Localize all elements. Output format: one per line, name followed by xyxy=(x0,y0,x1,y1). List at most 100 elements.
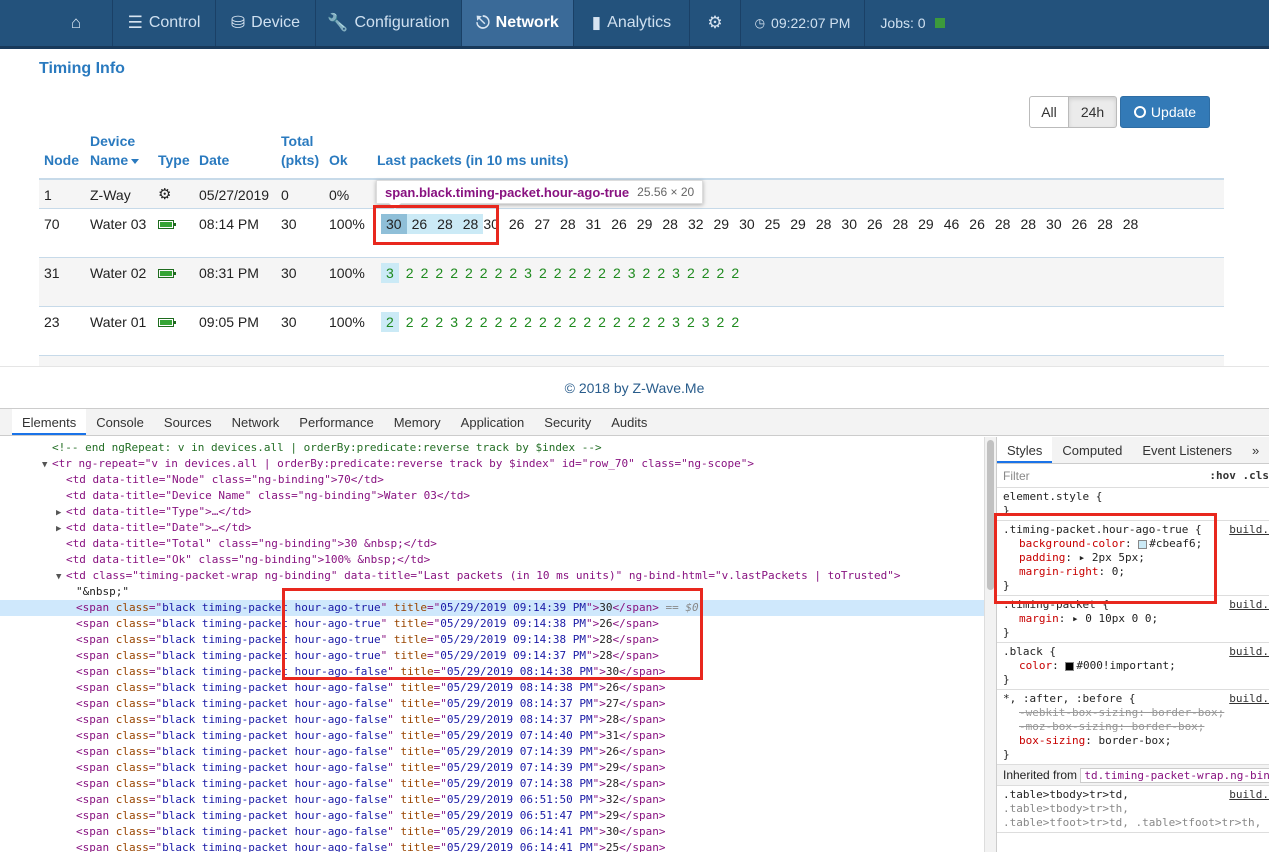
color-swatch-icon[interactable] xyxy=(1065,661,1075,671)
css-rule-black[interactable]: build. .black { color: #000!important; } xyxy=(997,643,1269,690)
annotation-box xyxy=(373,205,499,245)
styles-filter[interactable]: Filter :hov .cls xyxy=(997,464,1269,488)
dom-node-td[interactable]: <td data-title="Device Name" class="ng-b… xyxy=(0,488,984,504)
dom-node-span[interactable]: <span class="black timing-packet hour-ag… xyxy=(0,760,984,776)
dom-comment[interactable]: <!-- end ngRepeat: v in devices.all | or… xyxy=(0,440,984,456)
tab-event-listeners[interactable]: Event Listeners xyxy=(1132,437,1242,463)
dom-node-span[interactable]: <span class="black timing-packet hour-ag… xyxy=(0,728,984,744)
rule-selector: .table>tbody>tr>td, xyxy=(1003,788,1129,801)
scrollbar-thumb[interactable] xyxy=(987,440,994,590)
dom-node-span[interactable]: <span class="black timing-packet hour-ag… xyxy=(0,696,984,712)
timing-packet: 27 xyxy=(534,216,551,232)
dom-node-td[interactable]: ▶ <td data-title="Date">…</td> xyxy=(0,520,984,536)
elements-scrollbar[interactable] xyxy=(984,437,996,852)
table-row: 31 Water 02 08:31 PM 30 100% 32222222232… xyxy=(39,258,1224,307)
update-button[interactable]: Update xyxy=(1120,96,1210,128)
tab-more[interactable]: » xyxy=(1242,437,1269,463)
css-property[interactable]: box-sizing: border-box; xyxy=(1003,734,1263,748)
cell-device-name: Water 02 xyxy=(90,265,147,281)
expand-triangle-icon[interactable]: ▶ xyxy=(56,521,66,537)
tab-styles[interactable]: Styles xyxy=(997,437,1053,463)
dom-node-span[interactable]: <span class="black timing-packet hour-ag… xyxy=(0,808,984,824)
tab-console[interactable]: Console xyxy=(86,409,154,435)
dom-node-td[interactable]: <td data-title="Total" class="ng-binding… xyxy=(0,536,984,552)
rule-source-link[interactable]: build. xyxy=(1229,692,1269,706)
dom-node-span[interactable]: <span class="black timing-packet hour-ag… xyxy=(0,824,984,840)
css-property[interactable]: margin: ▸ 0 10px 0 0; xyxy=(1003,612,1263,626)
tr-text: <tr ng-repeat="v in devices.all | orderB… xyxy=(52,457,754,470)
css-rule-table[interactable]: build. .table>tbody>tr>td, .table>tbody>… xyxy=(997,786,1269,833)
filter-24h-button[interactable]: 24h xyxy=(1069,96,1117,128)
css-property[interactable]: -webkit-box-sizing: border-box; xyxy=(1003,706,1263,720)
timing-packet: 2 xyxy=(509,314,518,330)
css-rule-universal[interactable]: build. *, :after, :before { -webkit-box-… xyxy=(997,690,1269,765)
table-header: Node Device Name Type Date Total (pkts) … xyxy=(39,133,1224,180)
dom-node-td[interactable]: ▼ <td class="timing-packet-wrap ng-bindin… xyxy=(0,568,984,584)
css-property[interactable]: -moz-box-sizing: border-box; xyxy=(1003,720,1263,734)
tab-memory[interactable]: Memory xyxy=(384,409,451,435)
inherited-target-link[interactable]: td.timing-packet-wrap.ng-bin xyxy=(1080,768,1269,783)
dom-node-span[interactable]: <span class="black timing-packet hour-ag… xyxy=(0,840,984,852)
tab-network[interactable]: Network xyxy=(222,409,290,435)
rule-source-link[interactable]: build. xyxy=(1229,598,1269,612)
expand-triangle-icon[interactable]: ▼ xyxy=(56,569,66,585)
nav-control-label: Control xyxy=(148,14,201,31)
filter-options[interactable]: :hov .cls xyxy=(1209,469,1269,482)
nav-settings[interactable]: ⚙ xyxy=(690,0,741,46)
dom-node-td[interactable]: <td data-title="Node" class="ng-binding"… xyxy=(0,472,984,488)
tab-performance[interactable]: Performance xyxy=(289,409,383,435)
tab-elements[interactable]: Elements xyxy=(12,409,87,435)
inherited-from: Inherited from td.timing-packet-wrap.ng-… xyxy=(997,765,1269,786)
header-date[interactable]: Date xyxy=(199,151,229,170)
tab-audits[interactable]: Audits xyxy=(601,409,657,435)
cell-total: 30 xyxy=(281,265,297,281)
timing-packet: 28 xyxy=(994,216,1011,232)
header-ok[interactable]: Ok xyxy=(329,151,348,170)
timing-packet: 2 xyxy=(583,314,592,330)
timing-packet: 2 xyxy=(435,265,444,281)
dom-node-span[interactable]: <span class="black timing-packet hour-ag… xyxy=(0,680,984,696)
dom-node-span[interactable]: <span class="black timing-packet hour-ag… xyxy=(0,792,984,808)
nav-network[interactable]: ⎋ Network xyxy=(462,0,574,46)
expand-triangle-icon[interactable]: ▶ xyxy=(56,505,66,521)
filter-input[interactable]: Filter xyxy=(1003,469,1030,483)
css-property[interactable]: color: #000!important; xyxy=(1003,659,1263,673)
dom-node-span[interactable]: <span class="black timing-packet hour-ag… xyxy=(0,744,984,760)
dom-node-span[interactable]: <span class="black timing-packet hour-ag… xyxy=(0,712,984,728)
top-navigation: ⌂ ☰ Control ⛁ Device 🔧 Configuration ⎋ N… xyxy=(0,0,1269,49)
expand-triangle-icon[interactable]: ▼ xyxy=(42,457,52,473)
nav-device[interactable]: ⛁ Device xyxy=(216,0,316,46)
nav-jobs[interactable]: Jobs: 0 xyxy=(865,0,960,46)
header-type[interactable]: Type xyxy=(158,151,190,170)
rule-source-link[interactable]: build. xyxy=(1229,645,1269,659)
cell-device-name: Z-Way xyxy=(90,187,131,203)
header-total[interactable]: Total (pkts) xyxy=(281,132,319,170)
header-last-packets[interactable]: Last packets (in 10 ms units) xyxy=(377,151,568,170)
dom-node-td[interactable]: <td data-title="Ok" class="ng-binding">1… xyxy=(0,552,984,568)
filter-all-button[interactable]: All xyxy=(1029,96,1069,128)
cell-total: 0 xyxy=(281,187,289,203)
cell-device-name: Water 03 xyxy=(90,216,147,232)
timing-packet: 28 xyxy=(1020,216,1037,232)
nav-analytics[interactable]: ▮ Analytics xyxy=(574,0,690,46)
filter-button-group: All 24h Update xyxy=(1029,96,1210,128)
dom-node-td[interactable]: ▶ <td data-title="Type">…</td> xyxy=(0,504,984,520)
header-node[interactable]: Node xyxy=(44,151,79,170)
nav-control[interactable]: ☰ Control xyxy=(113,0,216,46)
table-row: 70 Water 03 08:14 PM 30 100% 30 26 28 28 30 2… xyxy=(39,209,1224,258)
rule-source-link[interactable]: build. xyxy=(1229,788,1269,802)
tab-computed[interactable]: Computed xyxy=(1052,437,1132,463)
rule-source-link[interactable]: build. xyxy=(1229,523,1269,537)
refresh-icon xyxy=(1133,106,1146,118)
dom-node-tr[interactable]: ▼ <tr ng-repeat="v in devices.all | order… xyxy=(0,456,984,472)
tab-sources[interactable]: Sources xyxy=(154,409,222,435)
tab-application[interactable]: Application xyxy=(451,409,535,435)
header-device-name[interactable]: Device Name xyxy=(90,132,140,170)
dom-node-span[interactable]: <span class="black timing-packet hour-ag… xyxy=(0,776,984,792)
rule-selector: *, :after, :before { xyxy=(1003,692,1136,705)
cell-ok: 0% xyxy=(329,187,350,203)
timing-packet: 29 xyxy=(918,216,934,232)
tab-security[interactable]: Security xyxy=(534,409,601,435)
nav-home[interactable]: ⌂ xyxy=(0,0,113,46)
nav-configuration[interactable]: 🔧 Configuration xyxy=(316,0,462,46)
